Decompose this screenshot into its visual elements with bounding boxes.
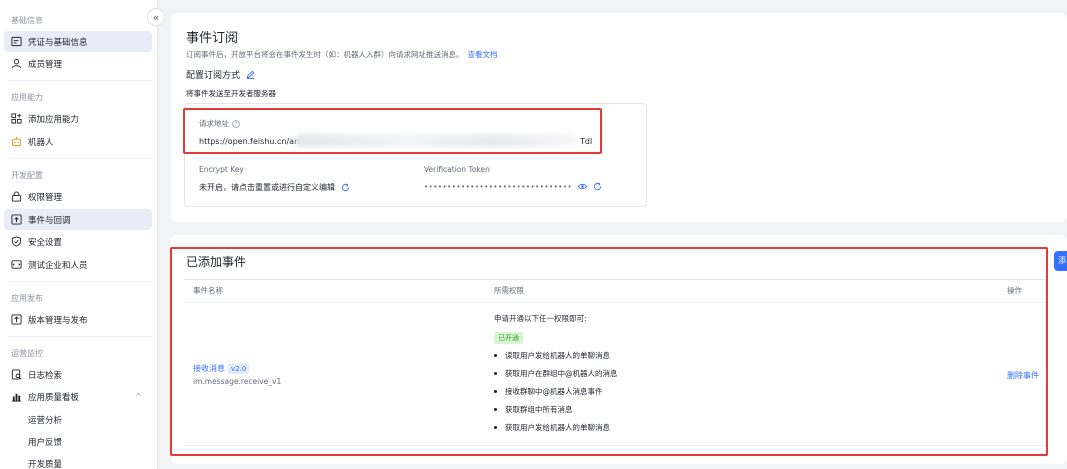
reset-icon[interactable] — [593, 182, 602, 191]
view-docs-link[interactable]: 查看文档 — [468, 50, 498, 59]
subscription-method-value: 将事件发送至开发者服务器 — [186, 89, 276, 98]
divider — [8, 336, 152, 337]
encrypt-key-text: 未开启，请点击重置或进行自定义编辑 — [199, 183, 335, 192]
encrypt-key-label: Encrypt Key — [199, 165, 244, 174]
group-title-ops: 运营监控 — [11, 349, 43, 358]
sidebar-item-log-search[interactable]: 日志检索 — [4, 364, 152, 385]
lock-icon — [11, 191, 22, 202]
test-icon — [11, 259, 22, 270]
credential-icon — [11, 36, 22, 47]
sidebar-item-members[interactable]: 成员管理 — [4, 53, 152, 74]
subscription-description: 订阅事件后，开放平台将会在事件发生时（如：机器人入群）向请求网址推送消息。 查看文… — [186, 49, 498, 60]
sidebar-item-label: 安全设置 — [28, 237, 63, 248]
sidebar-item-events[interactable]: 事件与回调 — [4, 209, 152, 230]
verification-token-label: Verification Token — [424, 165, 490, 174]
sidebar-item-label: 事件与回调 — [28, 215, 71, 226]
sidebar-item-label: 版本管理与发布 — [28, 315, 88, 326]
sidebar-item-add-capability[interactable]: 添加应用能力 — [4, 108, 152, 129]
sidebar-subitem-ops-analysis[interactable]: 运营分析 — [28, 414, 62, 426]
sidebar-item-quality-dashboard[interactable]: 应用质量看板 ^ — [4, 386, 152, 407]
verification-token-value: •••••••••••••••••••••••••••••••• — [424, 182, 602, 191]
collapse-sidebar-button[interactable]: « — [147, 8, 165, 26]
sidebar-subitem-feedback[interactable]: 用户反馈 — [28, 436, 62, 448]
sidebar-item-label: 测试企业和人员 — [28, 260, 88, 271]
user-icon — [11, 58, 22, 69]
sidebar-item-label: 凭证与基础信息 — [28, 37, 88, 48]
subscription-method-heading: 配置订阅方式 — [186, 68, 255, 81]
sidebar-item-permissions[interactable]: 权限管理 — [4, 186, 152, 207]
group-title-capability: 应用能力 — [11, 93, 43, 102]
add-capability-icon — [11, 113, 22, 124]
highlight-request-url — [183, 108, 602, 154]
divider — [8, 80, 152, 81]
event-icon — [11, 214, 22, 225]
divider — [8, 158, 152, 159]
encrypt-key-value: 未开启，请点击重置或进行自定义编辑 — [199, 182, 350, 193]
group-title-dev-config: 开发配置 — [11, 171, 43, 180]
description-text: 订阅事件后，开放平台将会在事件发生时（如：机器人入群）向请求网址推送消息。 — [186, 50, 464, 59]
group-title-release: 应用发布 — [11, 294, 43, 303]
sidebar-item-robot[interactable]: 机器人 — [4, 131, 152, 152]
chevron-up-icon[interactable]: ^ — [135, 392, 142, 401]
sidebar-item-security[interactable]: 安全设置 — [4, 231, 152, 252]
sidebar-item-label: 成员管理 — [28, 59, 63, 70]
sidebar-item-test-tenants[interactable]: 测试企业和人员 — [4, 254, 152, 275]
sidebar-item-label: 应用质量看板 — [28, 392, 80, 403]
subscription-title: 事件订阅 — [186, 31, 239, 46]
sidebar-item-credentials[interactable]: 凭证与基础信息 — [4, 31, 152, 52]
method-label: 配置订阅方式 — [186, 71, 241, 81]
upload-icon — [11, 314, 22, 325]
group-title-basic: 基础信息 — [11, 16, 43, 25]
highlight-added-events — [170, 247, 1048, 456]
dashboard-icon — [11, 391, 22, 402]
shield-icon — [11, 236, 22, 247]
sidebar-item-release[interactable]: 版本管理与发布 — [4, 309, 152, 330]
robot-icon — [11, 136, 22, 147]
sidebar: 基础信息 凭证与基础信息 成员管理 应用能力 添加应用能力 机器人 开发配置 权… — [0, 0, 158, 469]
verification-token-mask: •••••••••••••••••••••••••••••••• — [424, 182, 573, 191]
add-event-button[interactable]: 添 — [1054, 251, 1067, 271]
sidebar-item-label: 权限管理 — [28, 192, 63, 203]
eye-icon[interactable] — [578, 182, 588, 191]
sidebar-subitem-dev-quality[interactable]: 开发质量 — [28, 458, 62, 469]
sidebar-item-label: 机器人 — [28, 137, 54, 148]
sidebar-item-label: 添加应用能力 — [28, 114, 80, 125]
edit-icon[interactable] — [246, 70, 255, 79]
log-icon — [11, 369, 22, 380]
divider — [8, 281, 152, 282]
reset-icon[interactable] — [341, 183, 350, 192]
sidebar-item-label: 日志检索 — [28, 370, 63, 381]
